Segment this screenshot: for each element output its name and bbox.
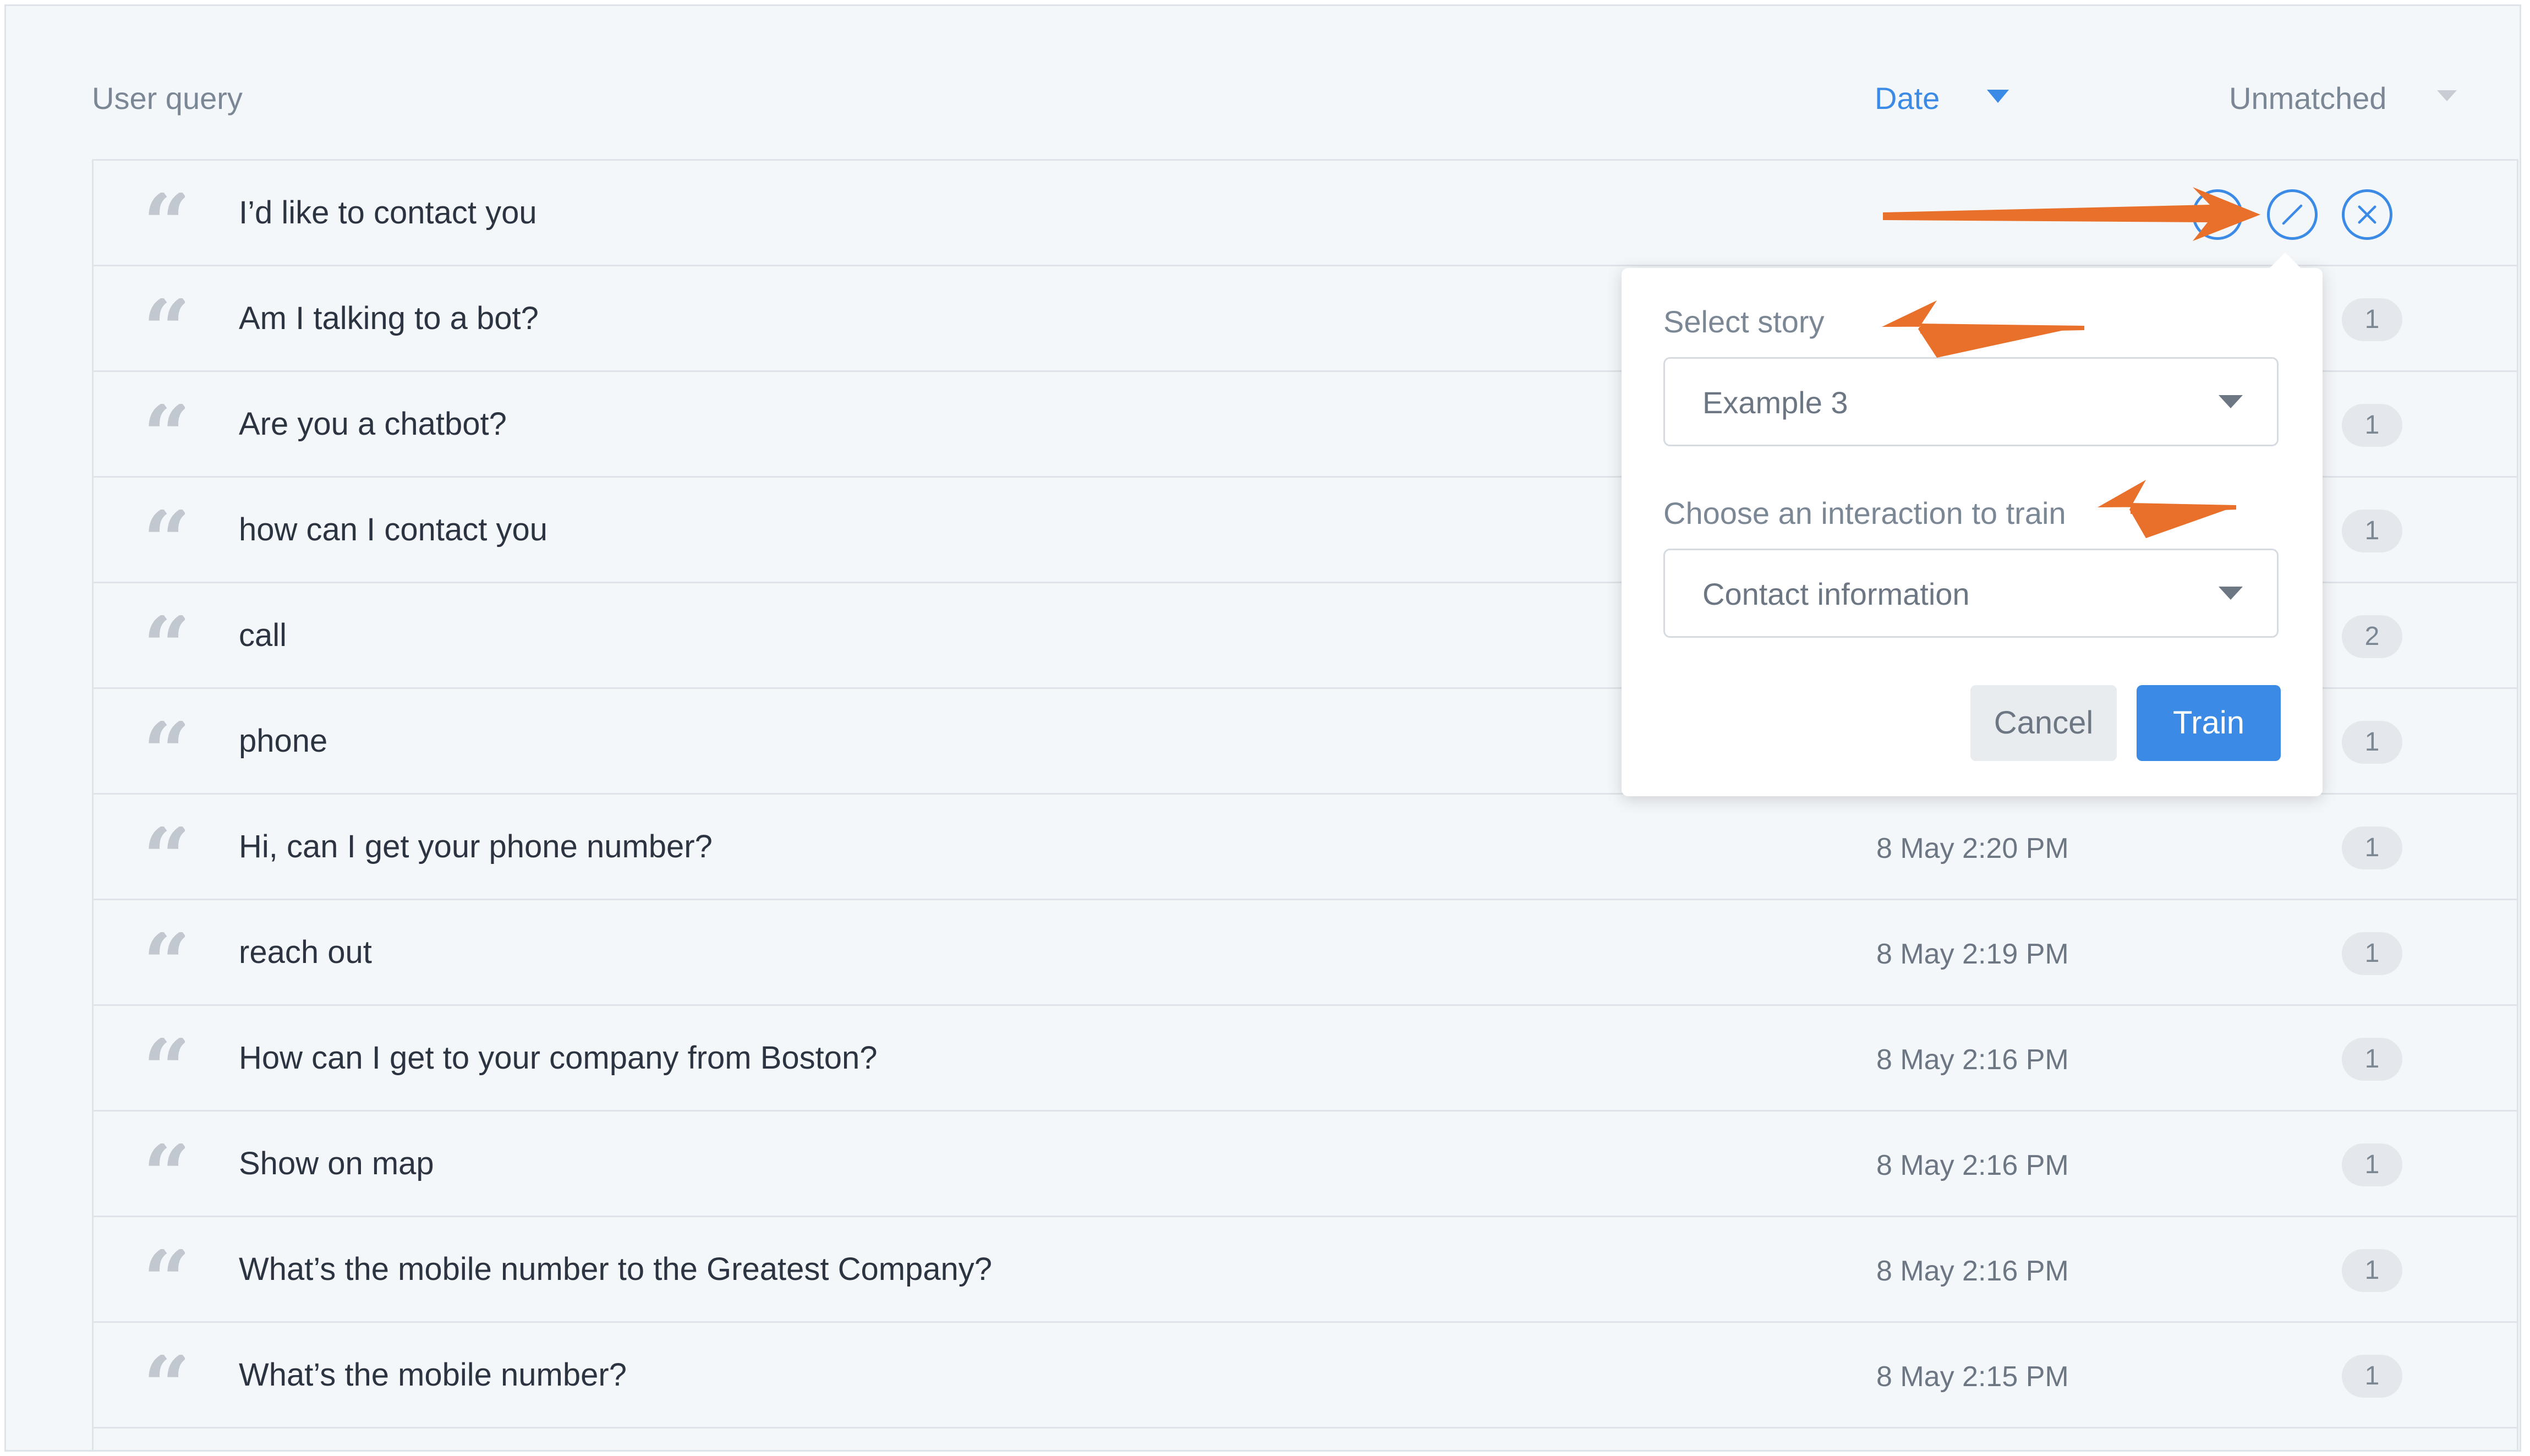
quote-icon: “ [143, 721, 185, 759]
x-circle-icon [2358, 205, 2376, 224]
table-row: “ I’d like to contact you [94, 161, 2517, 266]
interaction-label: Choose an interaction to train [1663, 496, 2066, 530]
query-text: What’s the mobile number to the Greatest… [239, 1251, 993, 1287]
quote-icon: “ [143, 193, 185, 231]
quote-icon: “ [143, 298, 185, 337]
query-date: 8 May 2:20 PM [1876, 833, 2069, 864]
table-row[interactable]: “ Show on map 8 May 2:16 PM 1 [94, 1112, 2517, 1217]
query-text: Show on map [239, 1146, 434, 1181]
select-story-label: Select story [1663, 304, 1825, 339]
column-header-unmatched-sort[interactable]: Unmatched [2229, 83, 2386, 114]
query-date: 8 May 2:16 PM [1876, 1255, 2069, 1287]
query-date: 8 May 2:15 PM [1876, 1361, 2069, 1393]
sort-inactive-icon[interactable] [2437, 90, 2457, 101]
quote-icon: “ [143, 615, 185, 654]
train-button[interactable]: Train [2137, 685, 2281, 761]
reject-button[interactable] [2342, 189, 2392, 240]
count-badge: 1 [2342, 932, 2402, 975]
quote-icon: “ [143, 404, 185, 442]
query-text: How can I get to your company from Bosto… [239, 1040, 878, 1076]
edit-button[interactable] [2267, 189, 2318, 240]
count-badge: 1 [2342, 721, 2402, 764]
sort-desc-icon[interactable] [1987, 90, 2009, 103]
accept-button[interactable] [2192, 189, 2243, 240]
count-badge: 1 [2342, 1038, 2402, 1081]
query-date: 8 May 2:16 PM [1876, 1044, 2069, 1076]
train-popover: Select story Example 3 Choose an interac… [1622, 253, 2323, 796]
quote-icon: “ [143, 1143, 185, 1182]
cancel-button[interactable]: Cancel [1970, 685, 2117, 761]
quote-icon: “ [143, 1249, 185, 1288]
popover-caret [2269, 253, 2302, 269]
quote-icon: “ [143, 510, 185, 548]
count-badge: 1 [2342, 826, 2402, 869]
query-text: reach out [239, 934, 372, 970]
quote-icon: “ [143, 1355, 185, 1393]
column-header-date-sort[interactable]: Date [1875, 83, 1940, 114]
query-date: 8 May 2:16 PM [1876, 1150, 2069, 1181]
slash-circle-icon [2282, 204, 2303, 225]
check-circle-icon [2207, 206, 2228, 223]
query-text: call [239, 617, 287, 653]
unmatched-queries-panel: User query Date Unmatched “ I’d like to … [4, 4, 2521, 1452]
query-text: Are you a chatbot? [239, 406, 507, 442]
story-select[interactable]: Example 3 [1663, 357, 2279, 446]
query-text: phone [239, 723, 328, 759]
count-badge: 1 [2342, 510, 2402, 552]
query-text: Am I talking to a bot? [239, 300, 539, 336]
table-row[interactable]: “ Hi, can I get your phone number? 8 May… [94, 795, 2517, 900]
interaction-select[interactable]: Contact information [1663, 549, 2279, 638]
query-date: 8 May 2:19 PM [1876, 938, 2069, 970]
count-badge: 2 [2342, 615, 2402, 658]
table-row[interactable]: “ What’s the mobile number to the Greate… [94, 1217, 2517, 1323]
column-header-user-query: User query [92, 81, 243, 116]
story-select-value: Example 3 [1702, 385, 1848, 420]
table-row[interactable]: “ How can I get to your company from Bos… [94, 1006, 2517, 1112]
quote-icon: “ [143, 1038, 185, 1076]
count-badge: 1 [2342, 1249, 2402, 1292]
quote-icon: “ [143, 826, 185, 865]
chevron-down-icon [2219, 395, 2243, 408]
count-badge: 1 [2342, 298, 2402, 341]
chevron-down-icon [2219, 587, 2243, 600]
count-badge: 1 [2342, 404, 2402, 447]
count-badge: 1 [2342, 1143, 2402, 1186]
query-text: Hi, can I get your phone number? [239, 829, 713, 864]
table-row[interactable]: “ What’s the mobile number? 8 May 2:15 P… [94, 1323, 2517, 1428]
query-text: how can I contact you [239, 512, 547, 548]
query-text: What’s the mobile number? [239, 1357, 627, 1393]
count-badge: 1 [2342, 1355, 2402, 1398]
table-row[interactable]: “ reach out 8 May 2:19 PM 1 [94, 900, 2517, 1006]
quote-icon: “ [143, 932, 185, 971]
query-text: I’d like to contact you [239, 195, 537, 231]
interaction-select-value: Contact information [1702, 577, 1970, 611]
